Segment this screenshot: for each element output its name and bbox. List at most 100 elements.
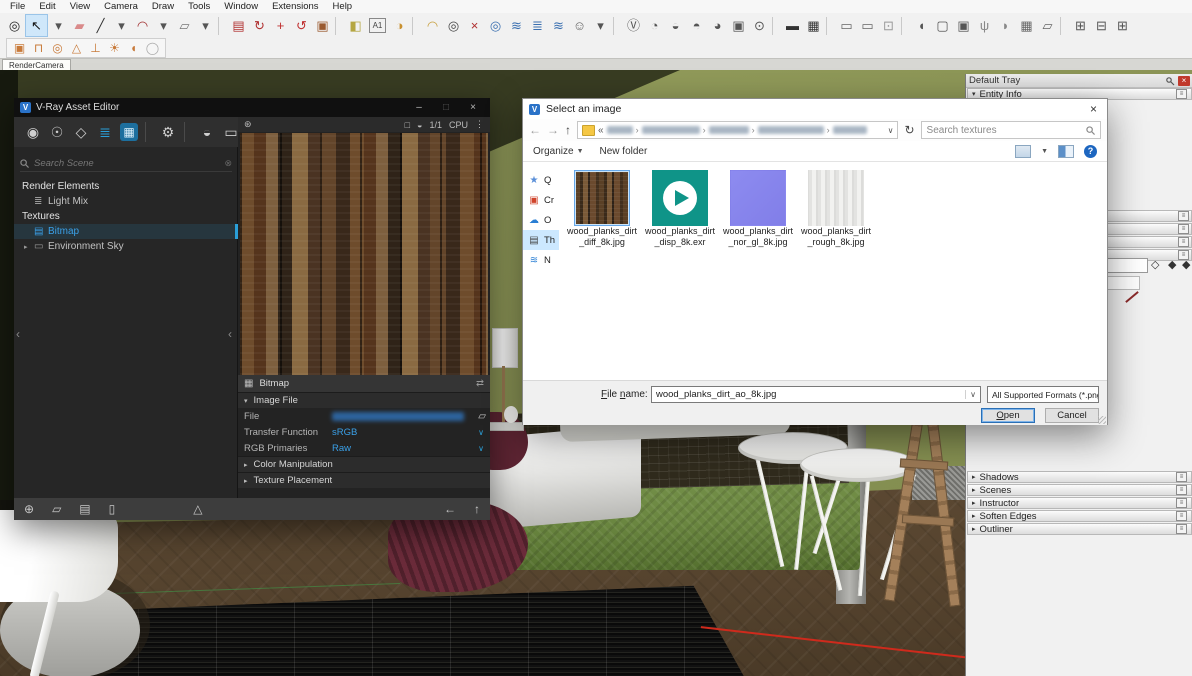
file-item-diff[interactable]: wood_planks_dirt _diff_8k.jpg bbox=[567, 170, 637, 248]
resize-grip[interactable] bbox=[1098, 416, 1106, 424]
tree-item-bitmap[interactable]: ▤ Bitmap bbox=[14, 224, 238, 239]
minimize-icon[interactable]: – bbox=[408, 101, 430, 115]
close-icon[interactable]: × bbox=[1086, 102, 1101, 116]
tree-section-textures[interactable]: Textures bbox=[14, 209, 238, 224]
change-view-icon[interactable] bbox=[1015, 144, 1032, 158]
dialog-search-input[interactable]: Search textures bbox=[920, 121, 1101, 139]
zoom-window-icon[interactable]: ◎ bbox=[443, 15, 464, 36]
arc-tool-icon[interactable]: ◠ bbox=[132, 15, 153, 36]
section-color-manipulation[interactable]: ▸ Color Manipulation bbox=[238, 456, 490, 472]
walk-tool-icon[interactable]: ◠ bbox=[422, 15, 443, 36]
panel-window-icon[interactable]: ≡ bbox=[1176, 89, 1187, 99]
scale-tool-icon[interactable]: ▣ bbox=[312, 15, 333, 36]
camera-caret-icon[interactable]: ▾ bbox=[590, 15, 611, 36]
refresh-icon[interactable]: ↻ bbox=[904, 123, 914, 137]
dialog-titlebar[interactable]: V Select an image × bbox=[523, 99, 1107, 119]
panel-outliner[interactable]: ▸ Outliner ≡ bbox=[967, 523, 1192, 535]
vray-spot-light-icon[interactable]: △ bbox=[67, 40, 86, 57]
previous-view-icon[interactable]: ≣ bbox=[527, 15, 548, 36]
render-elements-icon[interactable]: ≣ bbox=[94, 121, 116, 143]
pan-tool-icon[interactable]: ≋ bbox=[506, 15, 527, 36]
up-icon[interactable]: ↑ bbox=[565, 123, 571, 137]
cancel-button[interactable]: Cancel bbox=[1045, 408, 1099, 423]
line-tool-icon[interactable]: ╱ bbox=[90, 15, 111, 36]
file-type-select[interactable]: All Supported Formats (*.png *. ∨ bbox=[987, 386, 1099, 403]
text-tool-icon[interactable]: A1 bbox=[369, 18, 386, 33]
address-caret-icon[interactable]: ∨ bbox=[888, 126, 894, 135]
tree-item-light-mix[interactable]: ≣ Light Mix bbox=[14, 194, 238, 209]
row-file-path[interactable]: File ▱ bbox=[238, 408, 490, 424]
rotate-tool-icon[interactable]: ↺ bbox=[291, 15, 312, 36]
row-rgb-primaries[interactable]: RGB Primaries Raw ∨ bbox=[238, 440, 490, 456]
line-caret-icon[interactable]: ▾ bbox=[111, 15, 132, 36]
box-add-icon[interactable]: ▢ bbox=[932, 15, 953, 36]
save-file-icon[interactable]: ▤ bbox=[79, 502, 90, 516]
rectangle-caret-icon[interactable]: ▾ bbox=[195, 15, 216, 36]
back-icon[interactable]: ← bbox=[444, 502, 456, 516]
preview-engine-label[interactable]: CPU bbox=[449, 120, 468, 130]
arc-caret-icon[interactable]: ▾ bbox=[153, 15, 174, 36]
vray-plane-light-icon[interactable]: ⊓ bbox=[29, 40, 48, 57]
up-icon[interactable]: ↑ bbox=[474, 502, 480, 516]
toggle-icon[interactable]: ◆ bbox=[1168, 258, 1176, 271]
next-view-icon[interactable]: ≋ bbox=[548, 15, 569, 36]
dropdown-chevron-icon[interactable]: ∨ bbox=[478, 428, 484, 437]
row-transfer-function[interactable]: Transfer Function sRGB ∨ bbox=[238, 424, 490, 440]
shadow-tool-icon[interactable]: ◖ bbox=[911, 15, 932, 36]
rectangle-tool-icon[interactable]: ▱ bbox=[174, 15, 195, 36]
combo-caret-icon[interactable]: ∨ bbox=[965, 390, 980, 399]
orbit-tool-icon[interactable]: ◎ bbox=[485, 15, 506, 36]
sidebar-onedrive[interactable]: ☁ O bbox=[523, 210, 559, 230]
paint-bucket-icon[interactable]: ◧ bbox=[345, 15, 366, 36]
file-name-input[interactable]: wood_planks_dirt_ao_8k.jpg ∨ bbox=[651, 386, 981, 403]
forward-icon[interactable]: → bbox=[547, 123, 559, 137]
shadows-toggle-icon[interactable]: ▦ bbox=[803, 15, 824, 36]
textures-icon[interactable]: ▦ bbox=[120, 123, 138, 141]
close-icon[interactable]: × bbox=[462, 101, 484, 115]
file-item-disp[interactable]: wood_planks_dirt _disp_8k.exr bbox=[645, 170, 715, 248]
note-icon[interactable]: ▱ bbox=[1037, 15, 1058, 36]
maximize-icon[interactable]: □ bbox=[435, 101, 457, 115]
view-caret-icon[interactable]: ▼ bbox=[1041, 148, 1048, 155]
tray-close-icon[interactable]: × bbox=[1178, 75, 1190, 86]
collapse-panel-icon[interactable]: ‹ bbox=[16, 327, 20, 341]
preview-frame-label[interactable]: 1/1 bbox=[429, 120, 442, 130]
vray-viewport-render-icon[interactable]: ◕ bbox=[707, 15, 728, 36]
menu-item[interactable]: Edit bbox=[33, 1, 61, 12]
panel-window-icon[interactable]: ≡ bbox=[1176, 498, 1187, 508]
menu-item[interactable]: Draw bbox=[146, 1, 180, 12]
pushpull-tool-icon[interactable]: ▤ bbox=[228, 15, 249, 36]
panel-window-icon[interactable]: ≡ bbox=[1176, 524, 1187, 534]
editor-divider[interactable] bbox=[145, 122, 152, 142]
sidebar-quick-access[interactable]: ★ Q bbox=[523, 170, 559, 190]
component-grid-icon[interactable]: ⊞ bbox=[1070, 15, 1091, 36]
panel-soften-edges[interactable]: ▸ Soften Edges ≡ bbox=[967, 510, 1192, 522]
menu-item[interactable]: Camera bbox=[98, 1, 144, 12]
styles-icon[interactable]: ▬ bbox=[782, 15, 803, 36]
panel-window-icon[interactable]: ≡ bbox=[1178, 211, 1189, 221]
toolbar-divider[interactable] bbox=[335, 16, 343, 35]
vray-logo-icon[interactable]: Ⓥ bbox=[623, 15, 644, 36]
open-button[interactable]: Open bbox=[981, 408, 1035, 423]
toggle-icon[interactable]: ◆ bbox=[1182, 258, 1190, 271]
panel-instructor[interactable]: ▸ Instructor ≡ bbox=[967, 497, 1192, 509]
section-texture-placement[interactable]: ▸ Texture Placement bbox=[238, 472, 490, 488]
bitmap-properties-header[interactable]: Bitmap bbox=[238, 375, 490, 392]
add-asset-icon[interactable]: ⊕ bbox=[24, 502, 34, 516]
vray-omni-light-icon[interactable]: ◎ bbox=[48, 40, 67, 57]
preview-menu-icon[interactable]: ⋮ bbox=[475, 119, 484, 130]
box-export-icon[interactable]: ▣ bbox=[953, 15, 974, 36]
lights-icon[interactable]: ☉ bbox=[46, 121, 68, 143]
color-wheel-icon[interactable]: ◑ bbox=[389, 15, 410, 36]
vray-dome-light-icon[interactable]: ◖ bbox=[124, 40, 143, 57]
file-item-rough[interactable]: wood_planks_dirt _rough_8k.jpg bbox=[801, 170, 871, 248]
vray-render-camera-icon[interactable]: ▣ bbox=[10, 40, 29, 57]
manage-trays-icon[interactable]: ▭ bbox=[857, 15, 878, 36]
preview-size-icon[interactable]: □ bbox=[405, 120, 410, 130]
property-value[interactable]: sRGB bbox=[332, 427, 357, 438]
select-tool-icon[interactable]: ↖ bbox=[25, 14, 48, 37]
section-image-file[interactable]: ▾ Image File bbox=[238, 392, 490, 408]
toolbar-divider[interactable] bbox=[901, 16, 909, 35]
panel-window-icon[interactable]: ≡ bbox=[1178, 224, 1189, 234]
eraser-soften-icon[interactable]: ◇ bbox=[1151, 258, 1159, 271]
